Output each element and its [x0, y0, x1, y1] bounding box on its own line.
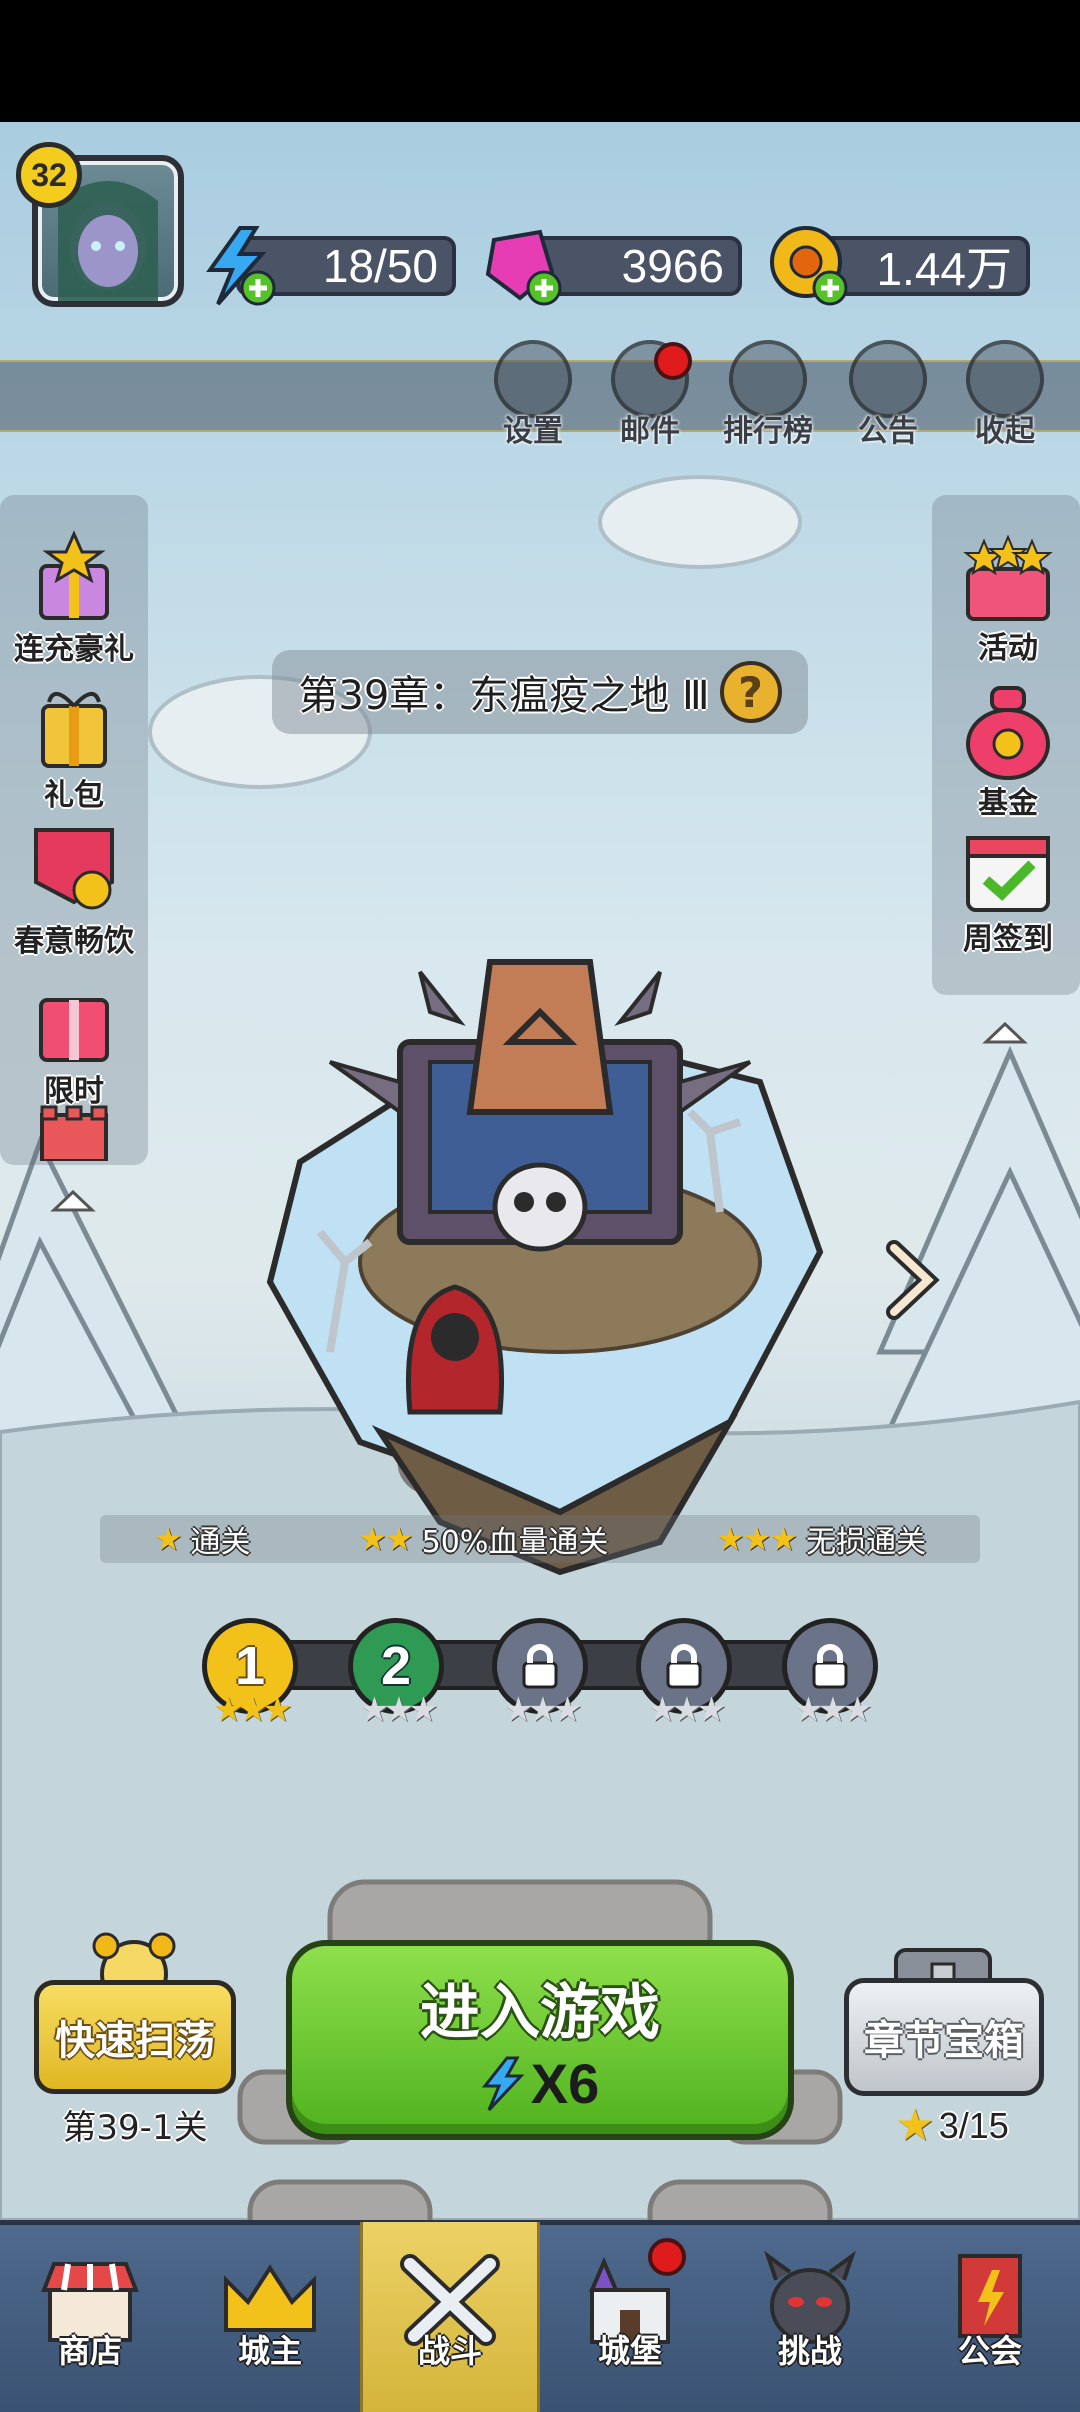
- status-bar: [0, 0, 1080, 122]
- collapse-label: 收起: [975, 414, 1035, 449]
- condition-label: 通关: [190, 1525, 251, 1560]
- recharge-gift-label: 连充豪礼: [14, 632, 134, 667]
- right-panel-collapse-icon[interactable]: [982, 1020, 1028, 1046]
- mail-label: 邮件: [620, 414, 680, 449]
- energy-cost: X6: [481, 2051, 600, 2116]
- gold-value: 1.44万: [876, 243, 1012, 295]
- limited-gift-icon: [39, 998, 109, 1062]
- condition-star-icon: ★: [153, 1520, 183, 1558]
- stage-number: 2: [380, 1636, 412, 1696]
- spring-drink-label: 春意畅饮: [14, 924, 134, 959]
- condition-half-hp: ★★ 50%血量通关: [358, 1517, 608, 1561]
- stage-number: 1: [234, 1636, 266, 1696]
- castle-notification-dot: [648, 2238, 686, 2276]
- gift-box-icon: [41, 692, 107, 768]
- limited-time-label: 限时: [44, 1074, 104, 1109]
- ranking-button[interactable]: 排行榜: [718, 340, 818, 450]
- nav-guild[interactable]: 公会: [900, 2222, 1080, 2412]
- condition-label: 50%血量通关: [421, 1525, 609, 1560]
- chapter-help-button[interactable]: ?: [719, 661, 782, 723]
- money-bag-icon: [966, 686, 1050, 780]
- chest-progress: ★ 3/15: [872, 2100, 1032, 2151]
- nav-castle-label: 城堡: [597, 2332, 662, 2370]
- weekly-checkin-button[interactable]: 周签到: [938, 824, 1078, 958]
- announcement-button[interactable]: 公告: [838, 340, 938, 450]
- gem-add-icon[interactable]: [480, 222, 566, 308]
- limited-time-button[interactable]: 限时: [4, 978, 144, 1110]
- lock-icon: [522, 1644, 558, 1689]
- nav-lord-label: 城主: [237, 2332, 302, 2370]
- energy-value: 18/50: [322, 240, 438, 292]
- question-icon: ?: [738, 667, 763, 717]
- player-level-badge: 32: [16, 142, 82, 208]
- calendar-check-icon: [966, 836, 1050, 912]
- condition-clear: ★ 通关: [154, 1517, 251, 1561]
- lightning-add-icon[interactable]: [200, 224, 280, 310]
- ranking-label: 排行榜: [723, 414, 813, 449]
- coin-add-icon[interactable]: [766, 222, 852, 308]
- chapter-title: 第39章：东瘟疫之地 Ⅲ: [298, 673, 710, 719]
- star-conditions-strip: ★ 通关 ★★ 50%血量通关 ★★★ 无损通关: [100, 1515, 980, 1563]
- stage-1-stars: ★★★: [213, 1690, 292, 1730]
- sweep-stage-label: 第39-1关: [62, 2108, 208, 2148]
- condition-no-damage: ★★★ 无损通关: [716, 1517, 926, 1561]
- recharge-gift-button[interactable]: 连充豪礼: [4, 530, 144, 668]
- announcement-label: 公告: [858, 414, 918, 449]
- condition-star-icon: ★★★: [716, 1520, 798, 1558]
- nav-castle[interactable]: 城堡: [540, 2222, 720, 2412]
- fund-label: 基金: [978, 786, 1038, 821]
- lock-icon: [666, 1644, 702, 1689]
- event-label: 活动: [978, 631, 1038, 666]
- quick-sweep-button[interactable]: 快速扫荡: [34, 1980, 236, 2094]
- quick-sweep-label: 快速扫荡: [55, 2018, 215, 2064]
- nav-challenge-label: 挑战: [777, 2332, 842, 2370]
- mail-notification-dot: [654, 342, 692, 380]
- nav-challenge[interactable]: 挑战: [720, 2222, 900, 2412]
- chapter-title-bar: 第39章：东瘟疫之地 Ⅲ ?: [272, 650, 808, 734]
- condition-star-icon: ★★: [358, 1520, 413, 1558]
- gems-value: 3966: [621, 240, 724, 292]
- stage-3-stars: ★★★: [503, 1690, 582, 1730]
- stage-2-stars: ★★★: [359, 1690, 438, 1730]
- condition-label: 无损通关: [806, 1525, 927, 1560]
- stage-4-stars: ★★★: [647, 1690, 726, 1730]
- left-panel-collapse-icon[interactable]: [50, 1188, 96, 1214]
- lock-icon: [812, 1644, 848, 1689]
- stage-5-stars: ★★★: [793, 1690, 872, 1730]
- gift-star-icon: [39, 530, 109, 620]
- nav-battle[interactable]: 战斗: [360, 2222, 540, 2412]
- enter-game-button[interactable]: 进入游戏 X6: [286, 1940, 794, 2140]
- next-chapter-arrow-icon[interactable]: [880, 1240, 940, 1320]
- nav-guild-label: 公会: [957, 2332, 1022, 2370]
- nav-lord[interactable]: 城主: [180, 2222, 360, 2412]
- star-icon: ★: [895, 2101, 935, 2150]
- nav-shop-label: 商店: [57, 2332, 122, 2370]
- nav-shop[interactable]: 商店: [0, 2222, 180, 2412]
- chapter-chest-button[interactable]: 章节宝箱: [844, 1978, 1044, 2096]
- event-button[interactable]: 活动: [938, 534, 1078, 667]
- weekly-checkin-label: 周签到: [963, 922, 1053, 957]
- spring-drink-icon: [34, 828, 114, 910]
- spring-drink-button[interactable]: 春意畅饮: [4, 822, 144, 960]
- fund-button[interactable]: 基金: [938, 680, 1078, 822]
- chapter-chest-label: 章节宝箱: [864, 2018, 1024, 2064]
- gift-pack-button[interactable]: 礼包: [4, 680, 144, 814]
- settings-label: 设置: [503, 414, 563, 449]
- energy-cost-value: X6: [530, 2052, 600, 2115]
- event-chest-icon: [963, 534, 1053, 621]
- lightning-icon: [481, 2056, 525, 2111]
- chest-progress-value: 3/15: [938, 2104, 1009, 2146]
- castle-tower-icon: [40, 1105, 108, 1161]
- collapse-button[interactable]: 收起: [955, 340, 1055, 450]
- settings-button[interactable]: 设置: [483, 340, 583, 450]
- enter-game-label: 进入游戏: [420, 1978, 660, 2048]
- gift-pack-label: 礼包: [44, 778, 104, 813]
